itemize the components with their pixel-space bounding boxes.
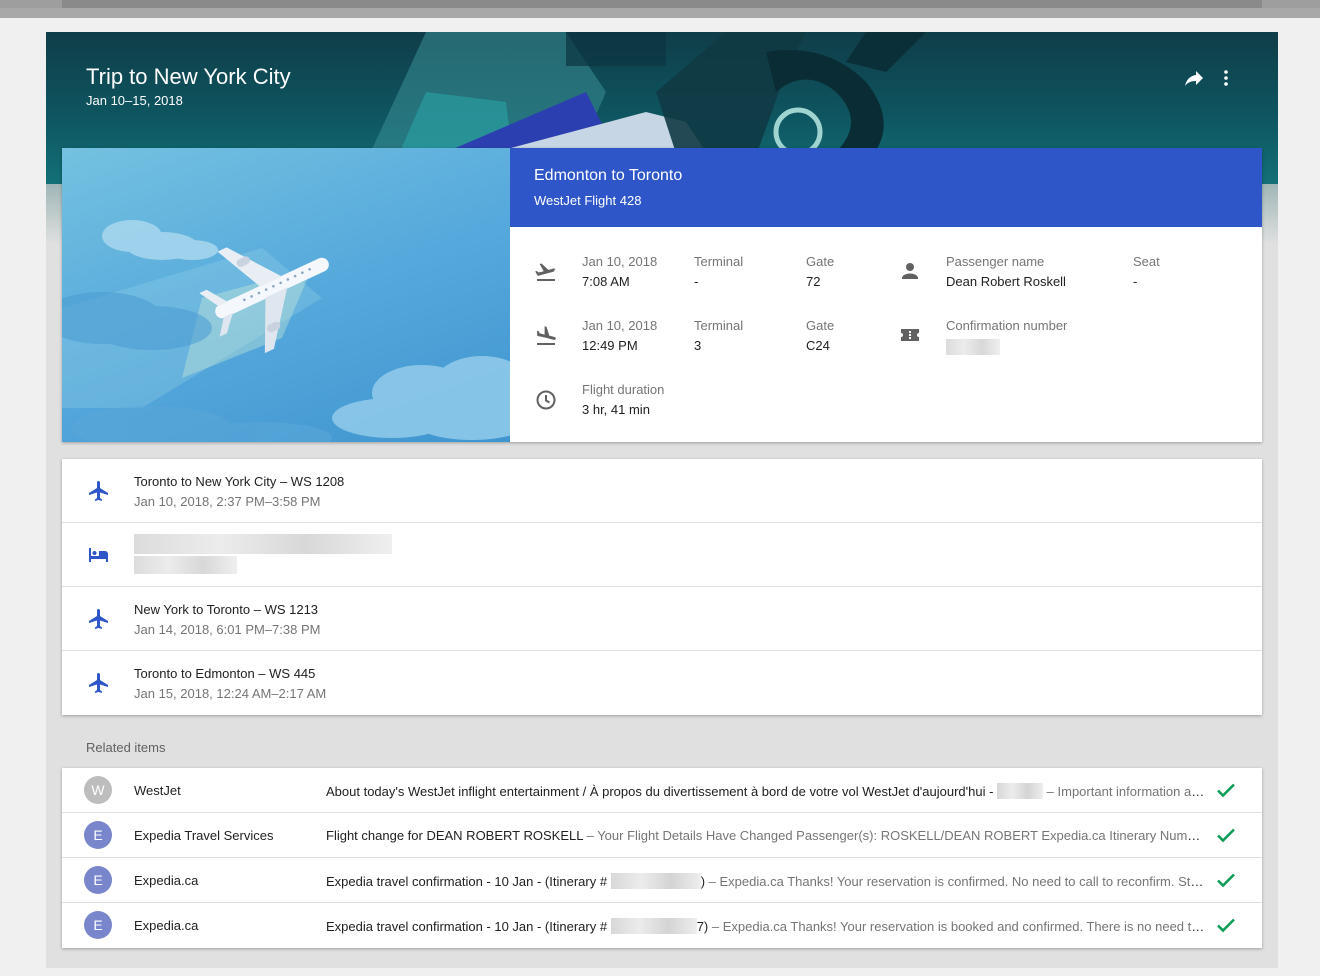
related-sender: Expedia Travel Services <box>134 828 274 843</box>
list-item[interactable]: Toronto to New York City – WS 1208 Jan 1… <box>62 459 1262 523</box>
hotel-icon <box>86 543 110 567</box>
redacted-text <box>997 783 1044 799</box>
seat-label: Seat <box>1133 254 1160 269</box>
related-subject: Expedia travel confirmation - 10 Jan - (… <box>326 874 608 889</box>
leg-time: Jan 10, 2018, 2:37 PM–3:58 PM <box>134 494 321 509</box>
related-sender: Expedia.ca <box>134 873 199 888</box>
flight-route: Edmonton to Toronto <box>534 167 683 184</box>
related-sender: Expedia.ca <box>134 918 199 933</box>
arrival-gate-label: Gate <box>806 318 835 333</box>
redacted-text <box>610 918 697 934</box>
duration-value: 3 hr, 41 min <box>582 402 650 417</box>
related-item[interactable]: E Expedia Travel Services Flight change … <box>62 813 1262 858</box>
avatar: E <box>84 821 112 849</box>
list-item[interactable]: New York to Toronto – WS 1213 Jan 14, 20… <box>62 587 1262 651</box>
related-text: Expedia travel confirmation - 10 Jan - (… <box>326 873 1206 889</box>
arrival-time: 12:49 PM <box>582 338 638 353</box>
hotel-dates-redacted <box>134 556 237 574</box>
related-item[interactable]: E Expedia.ca Expedia travel confirmation… <box>62 903 1262 948</box>
takeoff-icon <box>534 260 558 284</box>
related-items-heading: Related items <box>86 740 166 755</box>
airplane-illustration <box>62 220 510 442</box>
landing-icon <box>534 324 558 348</box>
related-text: About today's WestJet inflight entertain… <box>326 783 1206 799</box>
related-snippet: – Important information about your fligh… <box>1046 784 1206 799</box>
trip-legs-list: Toronto to New York City – WS 1208 Jan 1… <box>62 459 1262 715</box>
related-subject: Flight change for DEAN ROBERT ROSKELL <box>326 828 583 843</box>
departure-gate-label: Gate <box>806 254 835 269</box>
top-bar-shade <box>0 8 1320 18</box>
leg-title: Toronto to New York City – WS 1208 <box>134 474 345 489</box>
related-sender: WestJet <box>134 783 181 798</box>
share-icon[interactable] <box>1182 66 1206 90</box>
arrival-terminal-label: Terminal <box>694 318 744 333</box>
leg-time: Jan 14, 2018, 6:01 PM–7:38 PM <box>134 622 321 637</box>
related-subject-tail: 7) <box>696 919 709 934</box>
trip-panel: Trip to New York City Jan 10–15, 2018 Ed… <box>46 32 1278 968</box>
airplane-icon <box>86 671 110 695</box>
check-icon <box>1214 778 1238 802</box>
top-bar-inner <box>62 0 1262 8</box>
ticket-icon <box>898 323 922 347</box>
related-snippet: – Expedia.ca Thanks! Your reservation is… <box>705 874 1206 889</box>
departure-terminal: - <box>694 274 699 289</box>
check-icon <box>1214 868 1238 892</box>
avatar: E <box>84 866 112 894</box>
arrival-gate: C24 <box>806 338 830 353</box>
person-icon <box>898 259 922 283</box>
arrival-terminal: 3 <box>694 338 702 353</box>
top-bar <box>0 0 1320 18</box>
avatar: E <box>84 911 112 939</box>
passenger-name: Dean Robert Roskell <box>946 274 1066 289</box>
arrival-date: Jan 10, 2018 <box>582 318 658 333</box>
related-item[interactable]: E Expedia.ca Expedia travel confirmation… <box>62 858 1262 903</box>
list-item[interactable]: Toronto to Edmonton – WS 445 Jan 15, 201… <box>62 651 1262 715</box>
related-text: Expedia travel confirmation - 10 Jan - (… <box>326 918 1206 934</box>
seat-value: - <box>1133 274 1138 289</box>
departure-date: Jan 10, 2018 <box>582 254 658 269</box>
departure-time: 7:08 AM <box>582 274 630 289</box>
related-items-list: W WestJet About today's WestJet inflight… <box>62 768 1262 948</box>
related-subject: About today's WestJet inflight entertain… <box>326 784 994 799</box>
leg-time: Jan 15, 2018, 12:24 AM–2:17 AM <box>134 686 327 701</box>
leg-title: New York to Toronto – WS 1213 <box>134 602 319 617</box>
clock-icon <box>534 388 558 412</box>
check-icon <box>1214 823 1238 847</box>
trip-dates: Jan 10–15, 2018 <box>86 93 183 108</box>
more-vert-icon[interactable] <box>1214 66 1238 90</box>
confirmation-label: Confirmation number <box>946 318 1068 333</box>
related-text: Flight change for DEAN ROBERT ROSKELL – … <box>326 828 1206 843</box>
related-item[interactable]: W WestJet About today's WestJet inflight… <box>62 768 1262 813</box>
related-subject: Expedia travel confirmation - 10 Jan - (… <box>326 919 608 934</box>
trip-title: Trip to New York City <box>86 64 291 89</box>
check-icon <box>1214 913 1238 937</box>
flight-illustration <box>62 148 510 442</box>
flight-card: Edmonton to Toronto WestJet Flight 428 J… <box>62 148 1262 442</box>
list-item[interactable] <box>62 523 1262 587</box>
airplane-icon <box>86 479 110 503</box>
related-snippet: – Your Flight Details Have Changed Passe… <box>582 828 1206 843</box>
departure-terminal-label: Terminal <box>694 254 744 269</box>
redacted-text <box>610 873 701 889</box>
airplane-icon <box>86 607 110 631</box>
passenger-label: Passenger name <box>946 254 1045 269</box>
confirmation-number-redacted <box>946 339 1000 355</box>
hotel-name-redacted <box>134 534 392 554</box>
avatar: W <box>84 776 112 804</box>
related-snippet: – Expedia.ca Thanks! Your reservation is… <box>708 919 1206 934</box>
duration-label: Flight duration <box>582 382 665 397</box>
departure-gate: 72 <box>806 274 821 289</box>
flight-number: WestJet Flight 428 <box>534 193 642 208</box>
flight-header: Edmonton to Toronto WestJet Flight 428 <box>510 148 1262 227</box>
leg-title: Toronto to Edmonton – WS 445 <box>134 666 316 681</box>
